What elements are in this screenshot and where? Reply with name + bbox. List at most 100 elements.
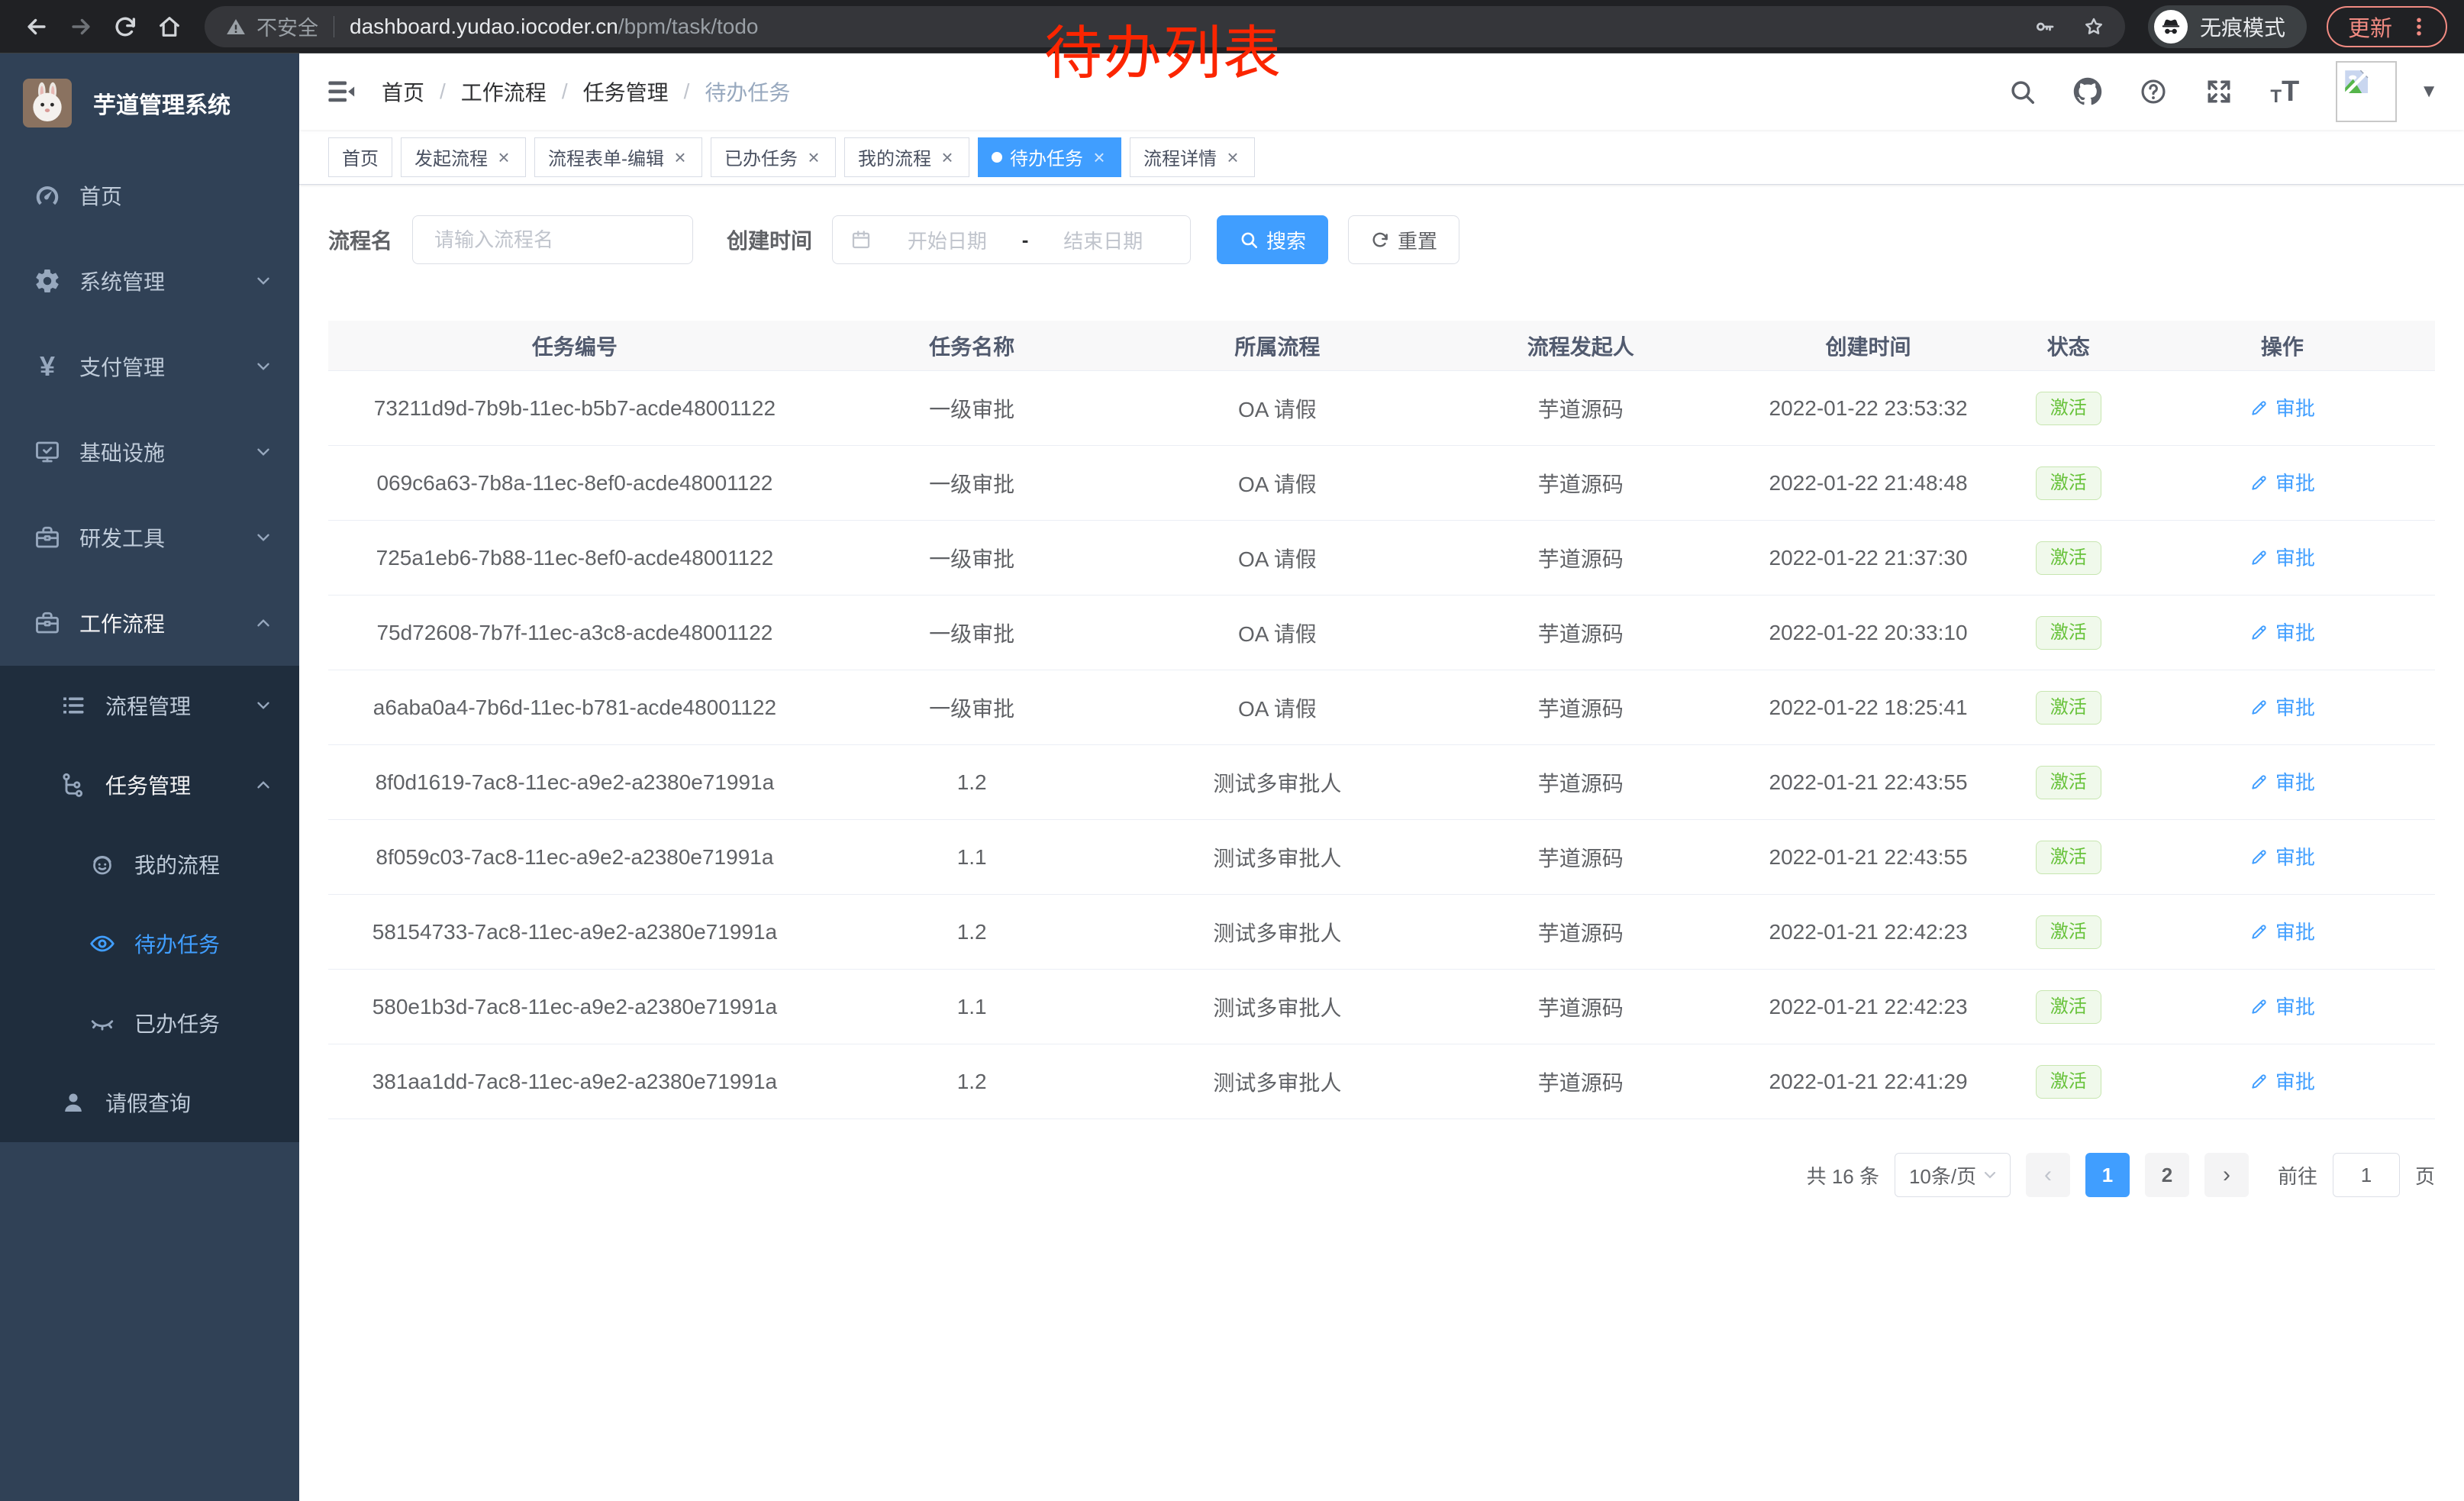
- home-button[interactable]: [150, 7, 189, 47]
- tab-close-icon[interactable]: ×: [495, 147, 512, 167]
- tab-close-icon[interactable]: ×: [939, 147, 956, 167]
- sidebar-item-done-tasks[interactable]: 已办任务: [0, 983, 299, 1063]
- help-button[interactable]: [2139, 77, 2168, 106]
- sidebar-item-dev-tools[interactable]: 研发工具: [0, 495, 299, 580]
- sidebar-item-leave-query[interactable]: 请假查询: [0, 1063, 299, 1142]
- chevron-up-icon: [253, 775, 273, 795]
- sidebar-item-process-management[interactable]: 流程管理: [0, 666, 299, 745]
- tab[interactable]: 流程表单-编辑 ×: [534, 137, 702, 177]
- tab[interactable]: 首页 ×: [328, 137, 392, 177]
- sidebar-item-home[interactable]: 首页: [0, 153, 299, 238]
- tab-label: 发起流程: [414, 144, 488, 170]
- tab[interactable]: 待办任务 ×: [978, 137, 1121, 177]
- fullscreen-button[interactable]: [2204, 77, 2233, 106]
- chevron-down-icon: [253, 271, 273, 291]
- logo-row[interactable]: 芋道管理系统: [0, 53, 299, 153]
- approve-button[interactable]: 审批: [2250, 618, 2315, 646]
- breadcrumb-item-task-management[interactable]: 任务管理: [583, 76, 669, 107]
- column-header: 创建时间: [1729, 331, 2007, 361]
- chevron-down-icon: [253, 696, 273, 715]
- sidebar-item-payment[interactable]: ¥ 支付管理: [0, 324, 299, 409]
- chevron-down-icon: [253, 442, 273, 462]
- github-button[interactable]: [2073, 77, 2102, 106]
- approve-button[interactable]: 审批: [2250, 842, 2315, 870]
- cell-task-name: 一级审批: [821, 393, 1123, 424]
- avatar[interactable]: [2336, 61, 2397, 122]
- tab-close-icon[interactable]: ×: [672, 147, 689, 167]
- next-page-button[interactable]: ›: [2204, 1153, 2249, 1197]
- tab-label: 流程详情: [1143, 144, 1217, 170]
- address-bar[interactable]: 不安全 dashboard.yudao.iocoder.cn/bpm/task/…: [205, 6, 2125, 47]
- breadcrumb-separator: /: [684, 79, 690, 104]
- toolbox-icon: [34, 609, 61, 637]
- search-button[interactable]: 搜索: [1217, 215, 1328, 264]
- incognito-label: 无痕模式: [2200, 11, 2285, 42]
- sidebar-item-system[interactable]: 系统管理: [0, 238, 299, 324]
- app-title: 芋道管理系统: [93, 86, 231, 120]
- approve-button[interactable]: 审批: [2250, 543, 2315, 571]
- home-icon: [156, 14, 182, 40]
- cell-task-name: 1.1: [821, 995, 1123, 1019]
- prev-page-button[interactable]: ‹: [2026, 1153, 2070, 1197]
- hamburger-collapse-button[interactable]: [325, 76, 357, 108]
- yen-icon: ¥: [34, 353, 61, 380]
- date-range-picker[interactable]: 开始日期 - 结束日期: [832, 215, 1191, 264]
- approve-button[interactable]: 审批: [2250, 917, 2315, 945]
- avatar-caret-icon[interactable]: ▼: [2420, 81, 2438, 102]
- tab-label: 首页: [342, 144, 379, 170]
- edit-pencil-icon: [2250, 1071, 2269, 1091]
- page-button-2[interactable]: 2: [2145, 1153, 2189, 1197]
- approve-button[interactable]: 审批: [2250, 992, 2315, 1020]
- back-button[interactable]: [17, 7, 56, 47]
- approve-button[interactable]: 审批: [2250, 393, 2315, 421]
- breadcrumb-separator: /: [562, 79, 568, 104]
- tab[interactable]: 已办任务 ×: [711, 137, 836, 177]
- cell-process: OA 请假: [1123, 393, 1433, 424]
- sidebar-item-todo-tasks[interactable]: 待办任务: [0, 904, 299, 983]
- table-row: 73211d9d-7b9b-11ec-b5b7-acde48001122 一级审…: [328, 371, 2435, 446]
- update-label: 更新: [2348, 11, 2392, 43]
- tab-close-icon[interactable]: ×: [1224, 147, 1241, 167]
- main-area: 首页 / 工作流程 / 任务管理 / 待办任务: [299, 53, 2464, 1501]
- password-key-button[interactable]: [2033, 15, 2056, 38]
- tab[interactable]: 我的流程 ×: [844, 137, 969, 177]
- approve-button[interactable]: 审批: [2250, 767, 2315, 796]
- bookmark-star-button[interactable]: [2082, 15, 2105, 38]
- edit-pencil-icon: [2250, 697, 2269, 717]
- sidebar-item-my-process[interactable]: 我的流程: [0, 825, 299, 904]
- key-icon: [2033, 15, 2056, 38]
- cell-created-time: 2022-01-22 23:53:32: [1729, 396, 2007, 421]
- incognito-badge: 无痕模式: [2148, 5, 2307, 48]
- browser-menu-dots-icon[interactable]: [2408, 15, 2430, 38]
- forward-button[interactable]: [61, 7, 101, 47]
- page-size-select[interactable]: 10条/页: [1895, 1153, 2011, 1197]
- goto-label: 前往: [2278, 1161, 2317, 1190]
- tab[interactable]: 流程详情 ×: [1130, 137, 1255, 177]
- sidebar-item-task-management[interactable]: 任务管理: [0, 745, 299, 825]
- header-search-button[interactable]: [2008, 77, 2037, 106]
- reload-button[interactable]: [105, 7, 145, 47]
- reset-button[interactable]: 重置: [1348, 215, 1459, 264]
- table-header-row: 任务编号 任务名称 所属流程 流程发起人 创建时间 状态 操作: [328, 321, 2435, 371]
- approve-button[interactable]: 审批: [2250, 692, 2315, 721]
- sidebar-item-workflow[interactable]: 工作流程: [0, 580, 299, 666]
- page-button-1[interactable]: 1: [2085, 1153, 2130, 1197]
- approve-button[interactable]: 审批: [2250, 1067, 2315, 1095]
- search-button-label: 搜索: [1266, 226, 1306, 254]
- goto-page-input[interactable]: [2333, 1153, 2400, 1197]
- breadcrumb-item-home[interactable]: 首页: [382, 76, 424, 107]
- text-size-button[interactable]: TT: [2270, 77, 2299, 106]
- approve-button[interactable]: 审批: [2250, 468, 2315, 496]
- cell-task-name: 1.2: [821, 1070, 1123, 1094]
- sidebar-item-infrastructure[interactable]: 基础设施: [0, 409, 299, 495]
- approve-label: 审批: [2275, 468, 2315, 496]
- cell-task-id: 75d72608-7b7f-11ec-a3c8-acde48001122: [328, 621, 821, 645]
- process-name-input[interactable]: [412, 215, 693, 264]
- update-button[interactable]: 更新: [2327, 6, 2447, 47]
- tab-close-icon[interactable]: ×: [1091, 147, 1108, 167]
- tab-close-icon[interactable]: ×: [805, 147, 822, 167]
- tab[interactable]: 发起流程 ×: [401, 137, 526, 177]
- approve-label: 审批: [2275, 917, 2315, 945]
- breadcrumb-item-workflow[interactable]: 工作流程: [461, 76, 547, 107]
- breadcrumb-separator: /: [440, 79, 446, 104]
